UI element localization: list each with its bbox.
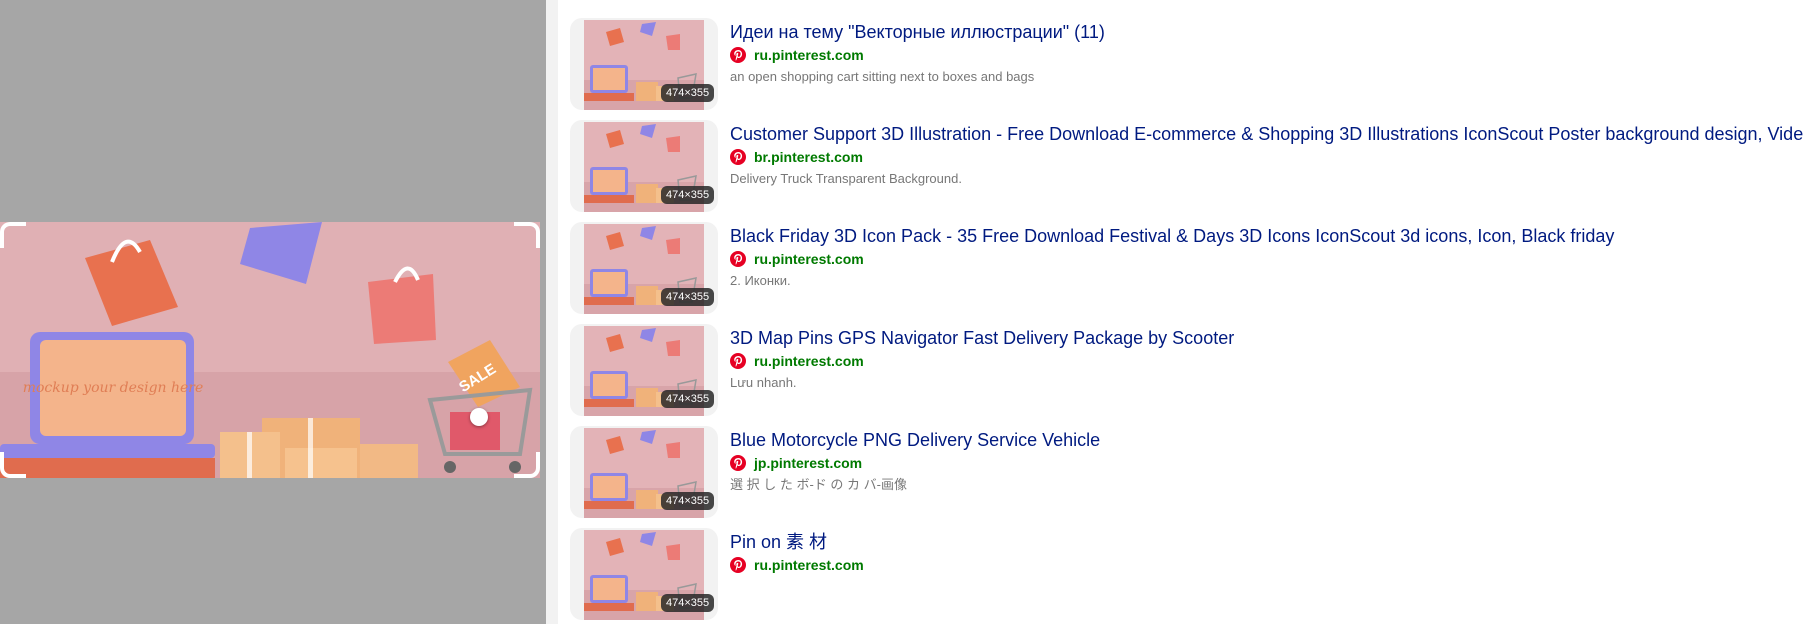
result-description: 選 択 し た ボ-ド の カ バ-画像: [730, 477, 907, 492]
result-description: an open shopping cart sitting next to bo…: [730, 69, 1035, 84]
crop-handle-top-left[interactable]: [0, 222, 26, 248]
result-title-link[interactable]: Blue Motorcycle PNG Delivery Service Veh…: [730, 428, 1100, 452]
image-size-badge: 474×355: [661, 186, 715, 204]
result-item[interactable]: 474×355 3D Map Pins GPS Navigator Fast D…: [570, 324, 1819, 416]
pinterest-icon: [730, 557, 746, 573]
result-thumbnail[interactable]: 474×355: [570, 18, 718, 110]
image-size-badge: 474×355: [661, 492, 715, 510]
image-size-badge: 474×355: [661, 288, 715, 306]
crop-drag-handle[interactable]: [470, 408, 488, 426]
result-item[interactable]: 474×355 Идеи на тему "Векторные иллюстра…: [570, 18, 1819, 110]
result-source[interactable]: ru.pinterest.com: [730, 250, 864, 268]
result-item[interactable]: 474×355 Blue Motorcycle PNG Delivery Ser…: [570, 426, 1819, 518]
result-domain[interactable]: br.pinterest.com: [754, 148, 863, 166]
crop-handle-bottom-left[interactable]: [0, 452, 26, 478]
result-description: 2. Иконки.: [730, 273, 791, 288]
result-title-link[interactable]: Идеи на тему "Векторные иллюстрации" (11…: [730, 20, 1105, 44]
result-domain[interactable]: ru.pinterest.com: [754, 46, 864, 64]
panel-divider: [546, 0, 558, 624]
pinterest-icon: [730, 353, 746, 369]
result-description: Delivery Truck Transparent Background.: [730, 171, 962, 186]
result-source[interactable]: ru.pinterest.com: [730, 352, 864, 370]
result-title-link[interactable]: 3D Map Pins GPS Navigator Fast Delivery …: [730, 326, 1234, 350]
result-source[interactable]: jp.pinterest.com: [730, 454, 862, 472]
result-domain[interactable]: jp.pinterest.com: [754, 454, 862, 472]
image-size-badge: 474×355: [661, 594, 715, 612]
result-thumbnail[interactable]: 474×355: [570, 120, 718, 212]
result-thumbnail[interactable]: 474×355: [570, 222, 718, 314]
result-thumbnail[interactable]: 474×355: [570, 528, 718, 620]
result-source[interactable]: ru.pinterest.com: [730, 46, 864, 64]
results-list: 474×355 Идеи на тему "Векторные иллюстра…: [570, 0, 1819, 624]
pinterest-icon: [730, 251, 746, 267]
result-source[interactable]: ru.pinterest.com: [730, 556, 864, 574]
result-thumbnail[interactable]: 474×355: [570, 426, 718, 518]
preview-image[interactable]: mockup your design here SALE: [0, 222, 540, 478]
result-title-link[interactable]: Customer Support 3D Illustration - Free …: [730, 122, 1803, 146]
laptop-screen-text: mockup your design here: [23, 380, 204, 396]
result-source[interactable]: br.pinterest.com: [730, 148, 863, 166]
crop-handle-top-right[interactable]: [514, 222, 540, 248]
result-description: Lưu nhanh.: [730, 375, 797, 390]
image-size-badge: 474×355: [661, 390, 715, 408]
result-domain[interactable]: ru.pinterest.com: [754, 352, 864, 370]
result-item[interactable]: 474×355 Customer Support 3D Illustration…: [570, 120, 1819, 212]
result-item[interactable]: 474×355 Black Friday 3D Icon Pack - 35 F…: [570, 222, 1819, 314]
result-domain[interactable]: ru.pinterest.com: [754, 556, 864, 574]
result-item[interactable]: 474×355 Pin on 素 材 ru.pinterest.com: [570, 528, 1819, 620]
pinterest-icon: [730, 47, 746, 63]
result-thumbnail[interactable]: 474×355: [570, 324, 718, 416]
preview-panel: mockup your design here SALE: [0, 0, 546, 624]
pinterest-icon: [730, 455, 746, 471]
image-size-badge: 474×355: [661, 84, 715, 102]
search-page: mockup your design here SALE 474×355 Иде…: [0, 0, 1819, 624]
result-domain[interactable]: ru.pinterest.com: [754, 250, 864, 268]
result-title-link[interactable]: Black Friday 3D Icon Pack - 35 Free Down…: [730, 224, 1614, 248]
crop-handle-bottom-right[interactable]: [514, 452, 540, 478]
pinterest-icon: [730, 149, 746, 165]
result-title-link[interactable]: Pin on 素 材: [730, 530, 827, 554]
